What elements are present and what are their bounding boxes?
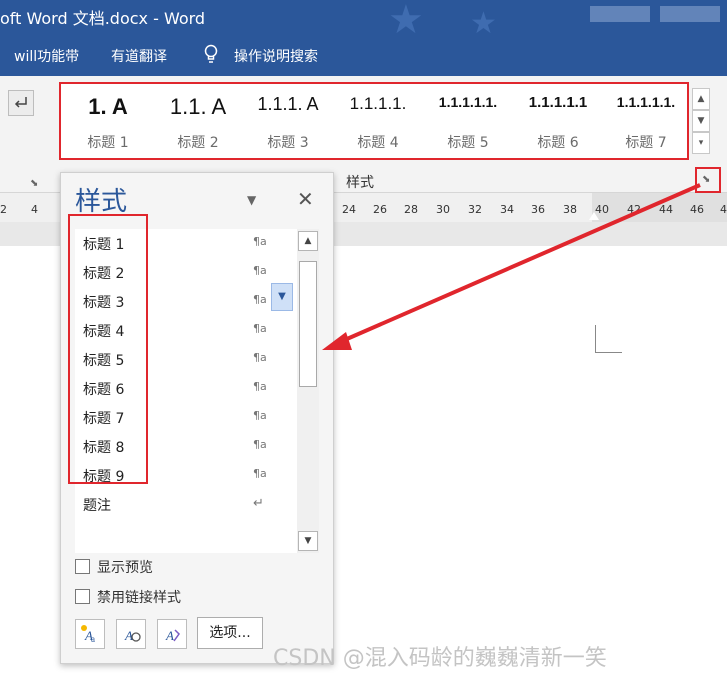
decor-star-icon: ★ [470,6,497,34]
scroll-up-icon[interactable]: ▲ [298,231,318,251]
gallery-sample: 1. A [88,94,128,119]
gallery-style-7[interactable]: 1.1.1.1.1. 标题 7 [601,84,691,158]
styles-launcher-highlight: ⬊ [695,167,721,193]
page-corner-mark [595,325,622,353]
disable-linked-option[interactable]: 禁用链接样式 [75,587,181,607]
style-inspector-button[interactable]: A [116,619,146,649]
disable-linked-label: 禁用链接样式 [97,590,181,606]
watermark-text: CSDN @混入码龄的巍巍清新一笑 [273,646,607,671]
lightbulb-icon[interactable] [204,44,218,66]
ruler-tick: 24 [342,203,356,216]
gallery-sample: 1.1.1.1.1. [438,94,498,110]
new-style-icon: A a [81,625,95,644]
ruler-tick: 30 [436,203,450,216]
blurred-account-area [590,6,650,22]
ruler-tick: 38 [563,203,577,216]
scroll-down-icon[interactable]: ▼ [298,531,318,551]
ruler-tick: 36 [531,203,545,216]
linked-style-mark: ¶a [253,235,267,248]
style-item-caption[interactable]: 题注 ↵ [75,490,283,519]
ribbon-tabs: will功能带 有道翻译 操作说明搜索 [0,34,727,76]
tell-me-search[interactable]: 操作说明搜索 [234,46,318,66]
gallery-expand[interactable]: ▾ [692,132,710,154]
ruler-tick: 46 [690,203,704,216]
tab-youdao[interactable]: 有道翻译 [111,46,167,66]
ruler-tick: 32 [468,203,482,216]
gallery-style-2[interactable]: 1.1. A 标题 2 [153,84,243,158]
linked-style-mark: ¶a [253,467,267,480]
disable-linked-checkbox[interactable] [75,589,90,604]
styles-dialog-launcher-icon[interactable]: ⬊ [702,174,714,186]
gallery-style-1[interactable]: 1. A 标题 1 [63,84,153,158]
linked-style-mark: ¶a [253,380,267,393]
style-inspector-icon: A [124,628,141,643]
style-list-scrollbar[interactable]: ▲ ▼ [297,229,319,553]
ruler-tick: 2 [0,203,7,216]
gallery-sample: 1.1.1.1.1 [528,94,588,111]
style-gallery: 1. A 标题 1 1.1. A 标题 2 1.1.1. A 标题 3 1.1.… [59,82,689,160]
heading-list-highlight [68,214,148,484]
dialog-launcher-icon[interactable]: ⬊ [30,178,42,190]
close-icon[interactable]: ✕ [297,187,314,211]
scroll-thumb[interactable] [299,261,317,387]
svg-text:A: A [165,628,174,643]
linked-style-mark: ¶a [253,293,267,306]
gallery-scroll-up[interactable]: ▲ [692,88,710,110]
return-arrow-icon [14,97,27,108]
style-item-dropdown-icon[interactable]: ▼ [271,283,293,311]
gallery-style-6[interactable]: 1.1.1.1.1 标题 6 [513,84,603,158]
gallery-style-name: 标题 5 [447,135,489,151]
styles-pane-title: 样式 [75,187,128,217]
svg-text:a: a [91,634,95,644]
style-name: 题注 [83,498,111,514]
styles-group-label: 样式 [346,175,374,191]
gallery-style-name: 标题 2 [177,135,219,151]
new-style-button[interactable]: A a [75,619,105,649]
gallery-style-5[interactable]: 1.1.1.1.1. 标题 5 [423,84,513,158]
linked-style-mark: ¶a [253,438,267,451]
linked-style-mark: ¶a [253,264,267,277]
ruler-tick: 4 [720,203,727,216]
ruler-tick: 42 [627,203,641,216]
gallery-style-3[interactable]: 1.1.1. A 标题 3 [243,84,333,158]
gallery-scroll-down[interactable]: ▼ [692,110,710,132]
gallery-style-name: 标题 1 [87,135,129,151]
ruler-tick: 28 [404,203,418,216]
gallery-style-4[interactable]: 1.1.1.1. 标题 4 [333,84,423,158]
linked-style-mark: ¶a [253,351,267,364]
gallery-style-name: 标题 6 [537,135,579,151]
gallery-style-name: 标题 4 [357,135,399,151]
gallery-sample: 1.1.1.1. [349,94,407,113]
ruler-tick: 4 [31,203,38,216]
blurred-account-area [660,6,720,22]
linked-style-mark: ¶a [253,322,267,335]
indent-marker-icon[interactable] [589,212,599,220]
undo-button[interactable] [8,90,34,116]
gallery-sample: 1.1. A [169,94,227,119]
ruler-tick: 44 [659,203,673,216]
paragraph-style-mark: ↵ [253,496,264,511]
manage-styles-button[interactable]: A [157,619,187,649]
show-preview-label: 显示预览 [97,560,153,576]
gallery-style-name: 标题 3 [267,135,309,151]
gallery-sample: 1.1.1.1.1. [616,94,676,110]
manage-styles-icon: A [165,628,180,643]
pane-options-chevron-icon[interactable]: ▼ [247,193,256,207]
tab-will[interactable]: will功能带 [14,46,79,66]
window-title: oft Word 文档.docx - Word [0,9,206,28]
ruler-tick: 34 [500,203,514,216]
options-button[interactable]: 选项... [197,617,263,649]
decor-star-icon: ★ [388,0,424,34]
linked-style-mark: ¶a [253,409,267,422]
gallery-style-name: 标题 7 [625,135,667,151]
show-preview-option[interactable]: 显示预览 [75,557,153,577]
ruler-tick: 26 [373,203,387,216]
title-bar: oft Word 文档.docx - Word ★ ★ [0,0,727,34]
gallery-sample: 1.1.1. A [257,94,319,114]
show-preview-checkbox[interactable] [75,559,90,574]
